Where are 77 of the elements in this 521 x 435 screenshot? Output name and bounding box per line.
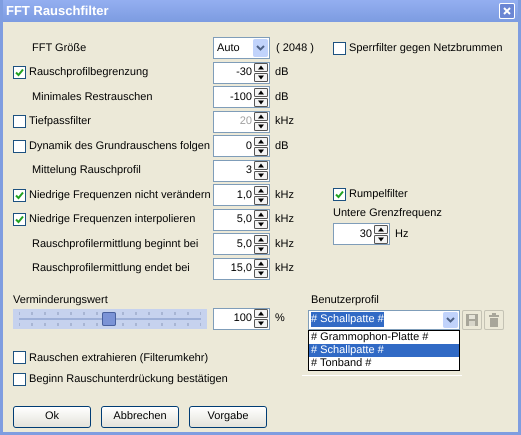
close-icon [503, 7, 511, 15]
unit-label: kHz [275, 261, 294, 276]
fft-size-dropdown[interactable]: Auto [213, 37, 270, 59]
trash-icon [489, 312, 499, 326]
dropdown-icon [443, 312, 458, 328]
spin-buttons[interactable] [254, 259, 268, 278]
setting-label: Minimales Restrauschen [32, 90, 152, 105]
setting-label: Tiefpassfilter [29, 114, 91, 130]
checkbox[interactable] [13, 140, 26, 152]
number-field[interactable]: 5,0 [213, 233, 270, 255]
unit-label: % [275, 311, 285, 326]
dialog-button[interactable]: Ok [13, 406, 91, 428]
checkmark-icon [15, 190, 24, 200]
checkbox[interactable] [13, 66, 26, 79]
spin-buttons[interactable] [254, 186, 268, 204]
unit-label: dB [275, 138, 288, 154]
checkbox[interactable] [333, 188, 346, 200]
checkbox-label: Rauschen extrahieren (Filterumkehr) [29, 350, 208, 366]
number-field[interactable]: -30 [213, 62, 270, 84]
setting-label: Dynamik des Grundrauschens folgen [29, 138, 210, 154]
slider-thumb[interactable] [102, 312, 116, 326]
number-field[interactable]: 0 [213, 135, 270, 157]
slider-track[interactable] [13, 308, 207, 328]
spin-buttons[interactable] [254, 210, 268, 229]
checkmark-icon [335, 190, 344, 198]
unit-label: dB [275, 65, 288, 80]
fft-size-label: FFT Größe [31, 40, 88, 56]
setting-label: Niedrige Frequenzen interpolieren [29, 212, 196, 228]
checkbox[interactable] [13, 188, 26, 202]
dropdown-icon [253, 39, 268, 57]
profile-option[interactable]: # Grammophon-Platte # [309, 330, 459, 344]
spin-buttons[interactable] [254, 234, 268, 254]
checkbox[interactable] [13, 351, 26, 364]
unit-label: kHz [275, 212, 294, 228]
number-field[interactable]: -100 [213, 86, 270, 108]
setting-label: Mittelung Rauschprofil [32, 163, 141, 178]
setting-label: Rauschprofilermittlung endet bei [32, 261, 190, 276]
checkbox[interactable] [13, 213, 26, 226]
cutoff-label: Untere Grenzfrequenz [333, 206, 443, 220]
close-button[interactable] [499, 3, 515, 19]
checkmark-icon [15, 215, 24, 224]
number-field[interactable]: 30 [333, 223, 390, 245]
setting-label: Rauschprofilbegrenzung [29, 65, 148, 80]
spin-buttons[interactable] [374, 224, 388, 244]
checkmark-icon [15, 68, 24, 77]
number-field[interactable]: 3 [213, 160, 270, 182]
unit-label: Hz [395, 226, 408, 242]
spin-buttons[interactable] [254, 161, 268, 180]
profile-label: Benutzerprofil [311, 292, 380, 306]
spin-buttons[interactable] [254, 88, 268, 106]
dialog-button[interactable]: Vorgabe [189, 406, 267, 428]
checkbox-label: Rumpelfilter [349, 186, 408, 202]
number-field[interactable]: 5,0 [213, 208, 270, 230]
dialog-button[interactable]: Abbrechen [101, 406, 179, 428]
unit-label: dB [275, 90, 288, 105]
profile-dropdown[interactable]: # Schallpatte # [308, 310, 460, 330]
spin-buttons[interactable] [254, 136, 268, 156]
profile-option[interactable]: # Tonband # [309, 356, 459, 370]
spin-buttons[interactable] [254, 309, 268, 328]
checkbox[interactable] [333, 42, 346, 54]
checkbox-label: Beginn Rauschunterdrückung bestätigen [29, 372, 228, 387]
save-icon [466, 314, 478, 326]
unit-label: kHz [275, 114, 294, 130]
window-title: FFT Rauschfilter [6, 2, 109, 20]
number-field[interactable]: 100 [213, 308, 270, 330]
checkbox[interactable] [13, 372, 26, 386]
setting-label: Niedrige Frequenzen nicht verändern [29, 188, 211, 203]
number-field[interactable]: 15,0 [213, 258, 270, 280]
reduction-label: Verminderungswert [13, 292, 109, 306]
unit-label: kHz [275, 236, 294, 252]
profile-option[interactable]: # Schallpatte # [309, 344, 459, 356]
setting-label: Rauschprofilermittlung beginnt bei [32, 236, 198, 252]
checkbox-label: Sperrfilter gegen Netzbrummen [349, 40, 502, 56]
unit-label: kHz [275, 188, 294, 203]
spin-buttons[interactable] [254, 63, 268, 82]
number-field[interactable]: 1,0 [213, 184, 270, 206]
fft-size-value: ( 2048 ) [276, 40, 314, 56]
